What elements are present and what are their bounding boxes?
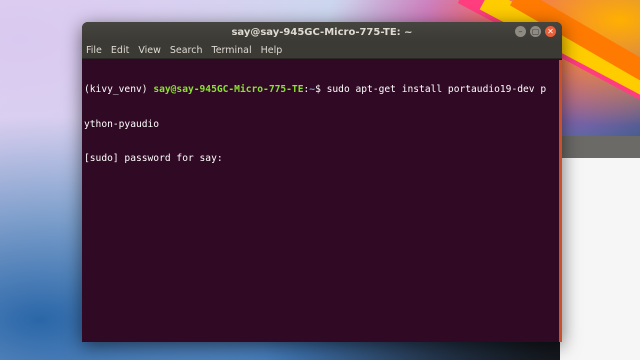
window-controls: – ▢ ✕ [515, 26, 556, 37]
window-titlebar[interactable]: say@say-945GC-Micro-775-TE: ~ – ▢ ✕ [82, 22, 562, 42]
minimize-icon[interactable]: – [515, 26, 526, 37]
terminal-line: [sudo] password for say: [84, 153, 562, 165]
sudo-password-prompt: [sudo] password for say: [84, 153, 229, 164]
menu-edit[interactable]: Edit [111, 45, 129, 56]
menu-search[interactable]: Search [170, 45, 203, 56]
terminal-line: (kivy_venv) say@say-945GC-Micro-775-TE:~… [84, 84, 562, 96]
venv-label: (kivy_venv) [84, 84, 154, 95]
command-text: sudo apt-get install portaudio19-dev p [326, 84, 547, 95]
prompt-user-host: say@say-945GC-Micro-775-TE [153, 84, 304, 95]
menu-help[interactable]: Help [261, 45, 283, 56]
terminal-scrollbar[interactable] [559, 60, 562, 342]
maximize-icon[interactable]: ▢ [530, 26, 541, 37]
terminal-window[interactable]: say@say-945GC-Micro-775-TE: ~ – ▢ ✕ File… [82, 22, 562, 342]
terminal-output[interactable]: (kivy_venv) say@say-945GC-Micro-775-TE:~… [82, 59, 562, 342]
menu-bar: File Edit View Search Terminal Help [82, 42, 562, 59]
menu-terminal[interactable]: Terminal [212, 45, 252, 56]
prompt-symbol: $ [315, 84, 327, 95]
command-text-wrapped: ython-pyaudio [84, 118, 160, 130]
background-window[interactable] [560, 158, 640, 360]
window-title: say@say-945GC-Micro-775-TE: ~ [231, 26, 413, 38]
terminal-line: ython-pyaudio [84, 119, 562, 131]
background-window-titlebar[interactable] [560, 136, 640, 158]
menu-view[interactable]: View [138, 45, 161, 56]
close-icon[interactable]: ✕ [545, 26, 556, 37]
menu-file[interactable]: File [86, 45, 102, 56]
